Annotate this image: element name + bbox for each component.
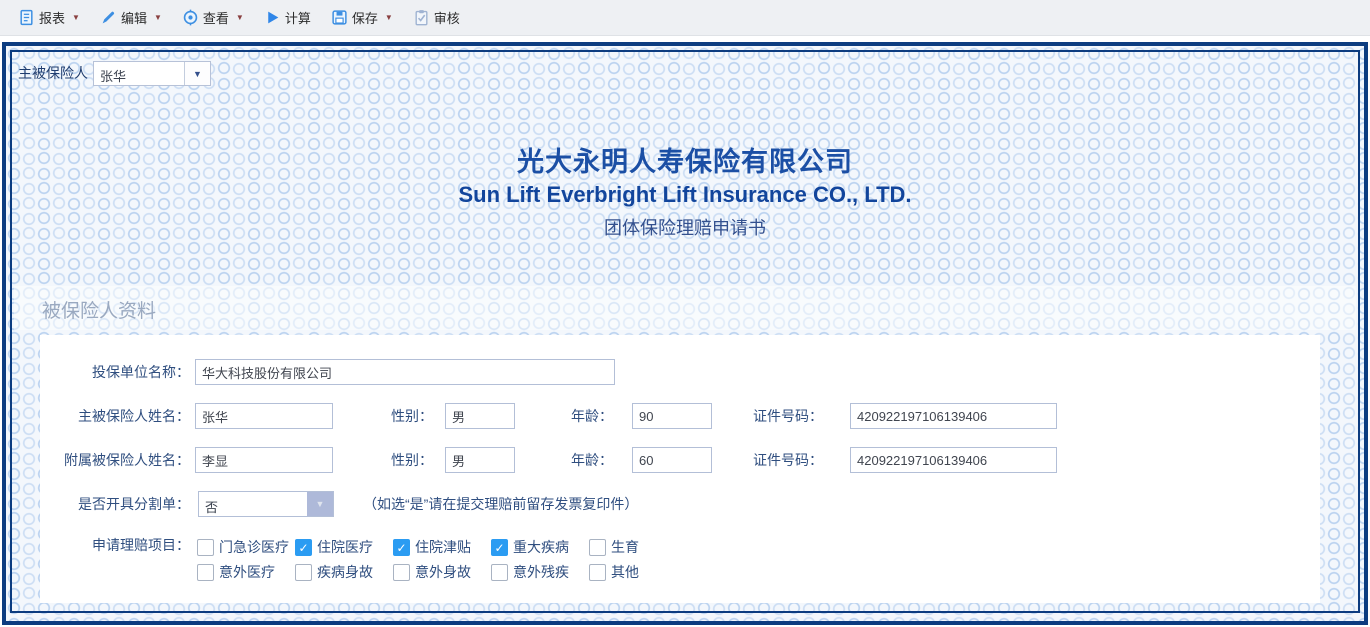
split-bill-label: 是否开具分割单： [40, 491, 190, 517]
chevron-down-icon[interactable]: ▼ [184, 62, 210, 85]
split-bill-value: 否 [199, 492, 307, 516]
save-label: 保存 [352, 8, 378, 27]
checkbox-unchecked-icon[interactable] [589, 564, 606, 581]
attached-insured-id-input[interactable] [850, 447, 1057, 473]
main-insured-gender-input[interactable] [445, 403, 515, 429]
insured-select-value: 张华 [94, 62, 184, 85]
attached-insured-gender-label: 性别： [383, 447, 433, 473]
main-insured-age-input[interactable] [632, 403, 712, 429]
checkbox-checked-icon[interactable]: ✓ [295, 539, 312, 556]
checkbox-checked-icon[interactable]: ✓ [491, 539, 508, 556]
insured-info-panel: 投保单位名称： 主被保险人姓名： 性别： 年龄： 证件号码： 附属被保险人姓名：… [40, 335, 1320, 603]
report-button[interactable]: 报表 ▼ [10, 4, 88, 31]
claim-item: 疾病身故 [295, 562, 393, 582]
document-icon [18, 9, 35, 26]
title-block: 光大永明人寿保险有限公司 Sun Lift Everbright Lift In… [12, 140, 1358, 240]
insured-selector-row: 主被保险人 张华 ▼ [18, 61, 211, 86]
main-insured-gender-label: 性别： [383, 403, 433, 429]
checkbox-checked-icon[interactable]: ✓ [393, 539, 410, 556]
checkbox-unchecked-icon[interactable] [491, 564, 508, 581]
save-button[interactable]: 保存 ▼ [323, 4, 401, 31]
target-icon [182, 9, 199, 26]
chevron-down-icon: ▼ [385, 13, 393, 22]
calculate-button[interactable]: 计算 [256, 4, 319, 31]
section-title: 被保险人资料 [42, 296, 156, 323]
claim-item-label: 重大疾病 [513, 539, 569, 555]
chevron-down-icon: ▼ [236, 13, 244, 22]
claim-item: 意外残疾 [491, 562, 589, 582]
unit-name-label: 投保单位名称： [40, 359, 190, 385]
audit-button[interactable]: 审核 [405, 4, 468, 31]
attached-insured-name-input[interactable] [195, 447, 333, 473]
claim-item-label: 住院津贴 [415, 539, 471, 555]
claim-item: 生育 [589, 537, 687, 557]
claim-items-row-2: 意外医疗 疾病身故 意外身故 意外残疾 其他 [197, 562, 687, 582]
claim-item: 门急诊医疗 [197, 537, 295, 557]
split-bill-note: （如选“是”请在提交理赔前留存发票复印件） [363, 491, 638, 517]
play-icon [264, 9, 281, 26]
company-name-cn: 光大永明人寿保险有限公司 [12, 140, 1358, 179]
view-label: 查看 [203, 8, 229, 27]
checkbox-unchecked-icon[interactable] [393, 564, 410, 581]
unit-name-input[interactable] [195, 359, 615, 385]
claim-item: ✓ 住院津贴 [393, 537, 491, 557]
claim-item-label: 意外医疗 [219, 564, 275, 580]
report-label: 报表 [39, 8, 65, 27]
split-bill-select[interactable]: 否 ▼ [198, 491, 334, 517]
chevron-down-icon[interactable]: ▼ [307, 492, 333, 516]
insured-selector-label: 主被保险人 [18, 61, 88, 86]
chevron-down-icon: ▼ [72, 13, 80, 22]
attached-insured-age-input[interactable] [632, 447, 712, 473]
attached-insured-id-label: 证件号码： [753, 447, 823, 473]
main-insured-age-label: 年龄： [563, 403, 613, 429]
main-insured-name-label: 主被保险人姓名： [40, 403, 190, 429]
main-area: 主被保险人 张华 ▼ 光大永明人寿保险有限公司 Sun Lift Everbri… [0, 36, 1370, 627]
pencil-icon [100, 9, 117, 26]
document-frame-inner: 主被保险人 张华 ▼ 光大永明人寿保险有限公司 Sun Lift Everbri… [10, 50, 1360, 613]
main-insured-id-label: 证件号码： [753, 403, 823, 429]
clipboard-check-icon [413, 9, 430, 26]
claim-items-label: 申请理赔项目： [40, 535, 190, 555]
section-band: 被保险人资料 [14, 286, 1356, 330]
claim-item: ✓ 住院医疗 [295, 537, 393, 557]
calculate-label: 计算 [285, 8, 311, 27]
claim-item-label: 门急诊医疗 [219, 539, 289, 555]
claim-item-label: 住院医疗 [317, 539, 373, 555]
claim-item: 意外医疗 [197, 562, 295, 582]
claim-item-label: 疾病身故 [317, 564, 373, 580]
claim-item: ✓ 重大疾病 [491, 537, 589, 557]
edit-button[interactable]: 编辑 ▼ [92, 4, 170, 31]
checkbox-unchecked-icon[interactable] [589, 539, 606, 556]
claim-item-label: 其他 [611, 564, 639, 580]
toolbar: 报表 ▼ 编辑 ▼ 查看 ▼ 计算 保存 ▼ 审核 [0, 0, 1370, 36]
claim-item-label: 意外身故 [415, 564, 471, 580]
insured-select[interactable]: 张华 ▼ [93, 61, 211, 86]
claim-item-label: 生育 [611, 539, 639, 555]
attached-insured-gender-input[interactable] [445, 447, 515, 473]
claim-items-row-1: 门急诊医疗 ✓ 住院医疗 ✓ 住院津贴 ✓ 重大疾病 生育 [197, 537, 687, 557]
claim-item: 其他 [589, 562, 687, 582]
view-button[interactable]: 查看 ▼ [174, 4, 252, 31]
checkbox-unchecked-icon[interactable] [295, 564, 312, 581]
main-insured-name-input[interactable] [195, 403, 333, 429]
document-frame: 主被保险人 张华 ▼ 光大永明人寿保险有限公司 Sun Lift Everbri… [2, 42, 1368, 625]
edit-label: 编辑 [121, 8, 147, 27]
checkbox-unchecked-icon[interactable] [197, 539, 214, 556]
form-title: 团体保险理赔申请书 [12, 214, 1358, 240]
save-icon [331, 9, 348, 26]
attached-insured-name-label: 附属被保险人姓名： [40, 447, 190, 473]
checkbox-unchecked-icon[interactable] [197, 564, 214, 581]
claim-item-label: 意外残疾 [513, 564, 569, 580]
chevron-down-icon: ▼ [154, 13, 162, 22]
claim-item: 意外身故 [393, 562, 491, 582]
attached-insured-age-label: 年龄： [563, 447, 613, 473]
audit-label: 审核 [434, 8, 460, 27]
company-name-en: Sun Lift Everbright Lift Insurance CO., … [12, 182, 1358, 208]
main-insured-id-input[interactable] [850, 403, 1057, 429]
